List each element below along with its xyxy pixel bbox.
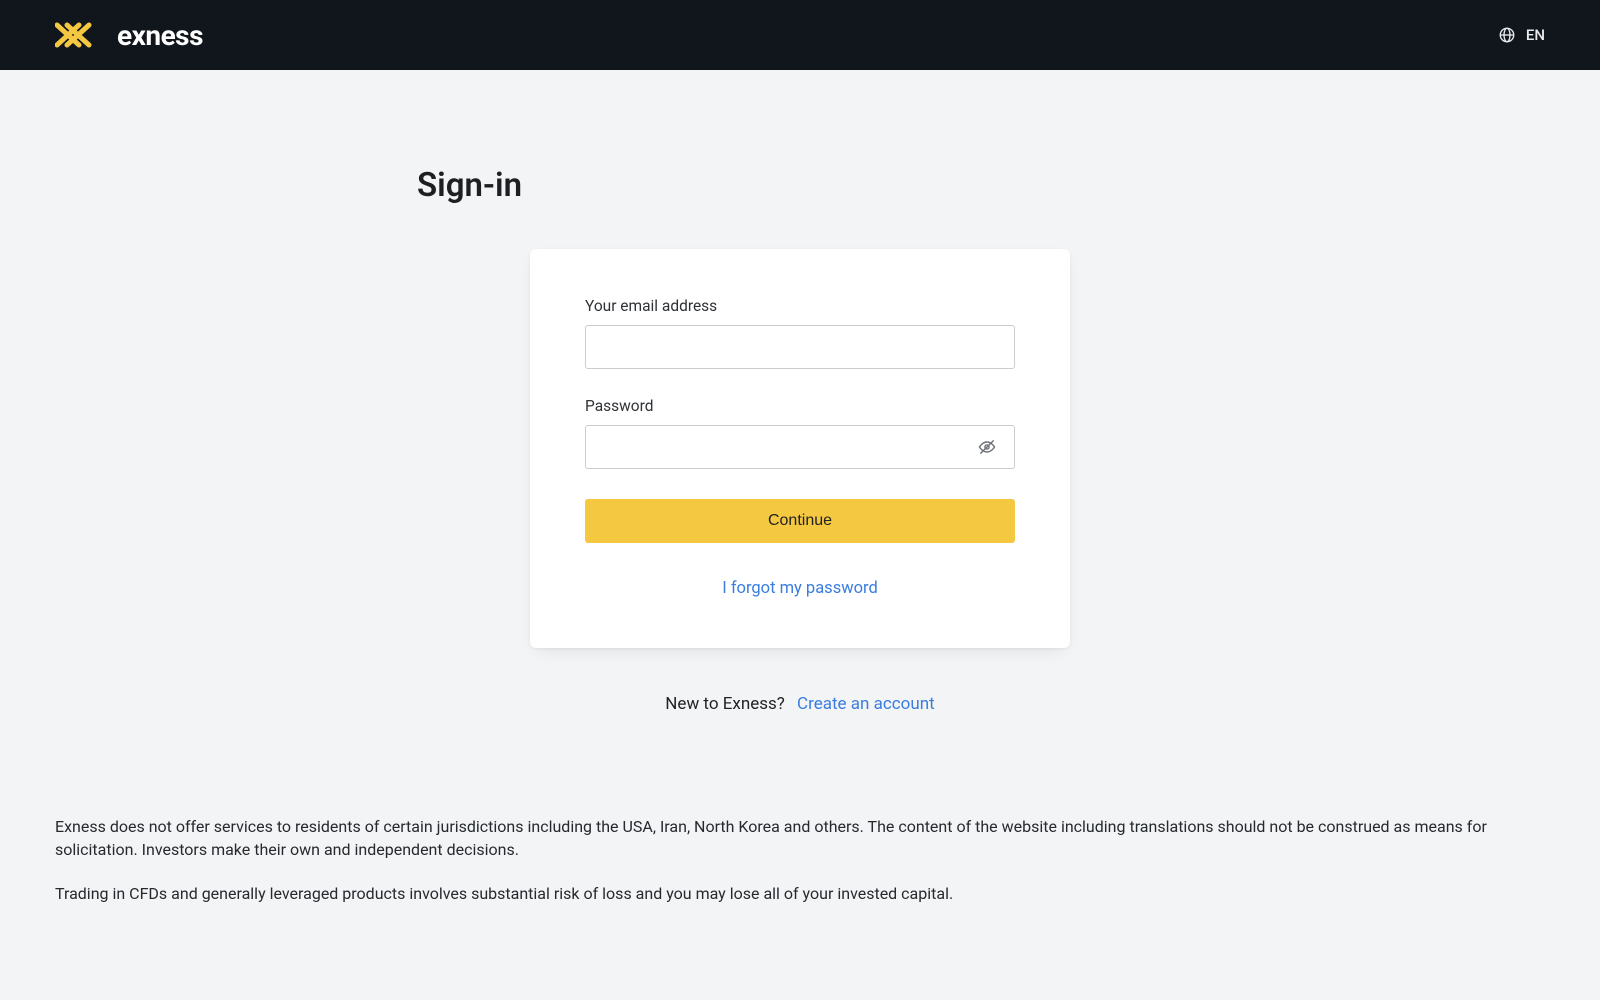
app-header: exness EN xyxy=(0,0,1600,70)
globe-icon xyxy=(1498,26,1516,44)
page-title: Sign-in xyxy=(417,166,1545,205)
forgot-password-link[interactable]: I forgot my password xyxy=(585,579,1015,598)
disclaimer-paragraph-2: Trading in CFDs and generally leveraged … xyxy=(55,883,1545,906)
signup-prompt-text: New to Exness? xyxy=(665,694,785,714)
email-label: Your email address xyxy=(585,297,1015,315)
eye-off-icon xyxy=(977,437,997,457)
brand-logo[interactable]: exness xyxy=(55,19,203,52)
brand-name: exness xyxy=(117,19,203,52)
disclaimer-paragraph-1: Exness does not offer services to reside… xyxy=(55,816,1545,861)
signup-prompt-row: New to Exness? Create an account xyxy=(55,694,1545,714)
password-field[interactable] xyxy=(585,425,1015,469)
continue-button[interactable]: Continue xyxy=(585,499,1015,543)
language-label: EN xyxy=(1526,26,1545,44)
create-account-link[interactable]: Create an account xyxy=(797,694,935,714)
signin-card: Your email address Password Continue I f… xyxy=(530,249,1070,648)
toggle-password-visibility-button[interactable] xyxy=(967,425,1007,469)
disclaimer-block: Exness does not offer services to reside… xyxy=(55,816,1545,906)
password-label: Password xyxy=(585,397,1015,415)
email-field[interactable] xyxy=(585,325,1015,369)
language-selector[interactable]: EN xyxy=(1498,26,1545,44)
exness-logo-icon xyxy=(55,21,105,49)
